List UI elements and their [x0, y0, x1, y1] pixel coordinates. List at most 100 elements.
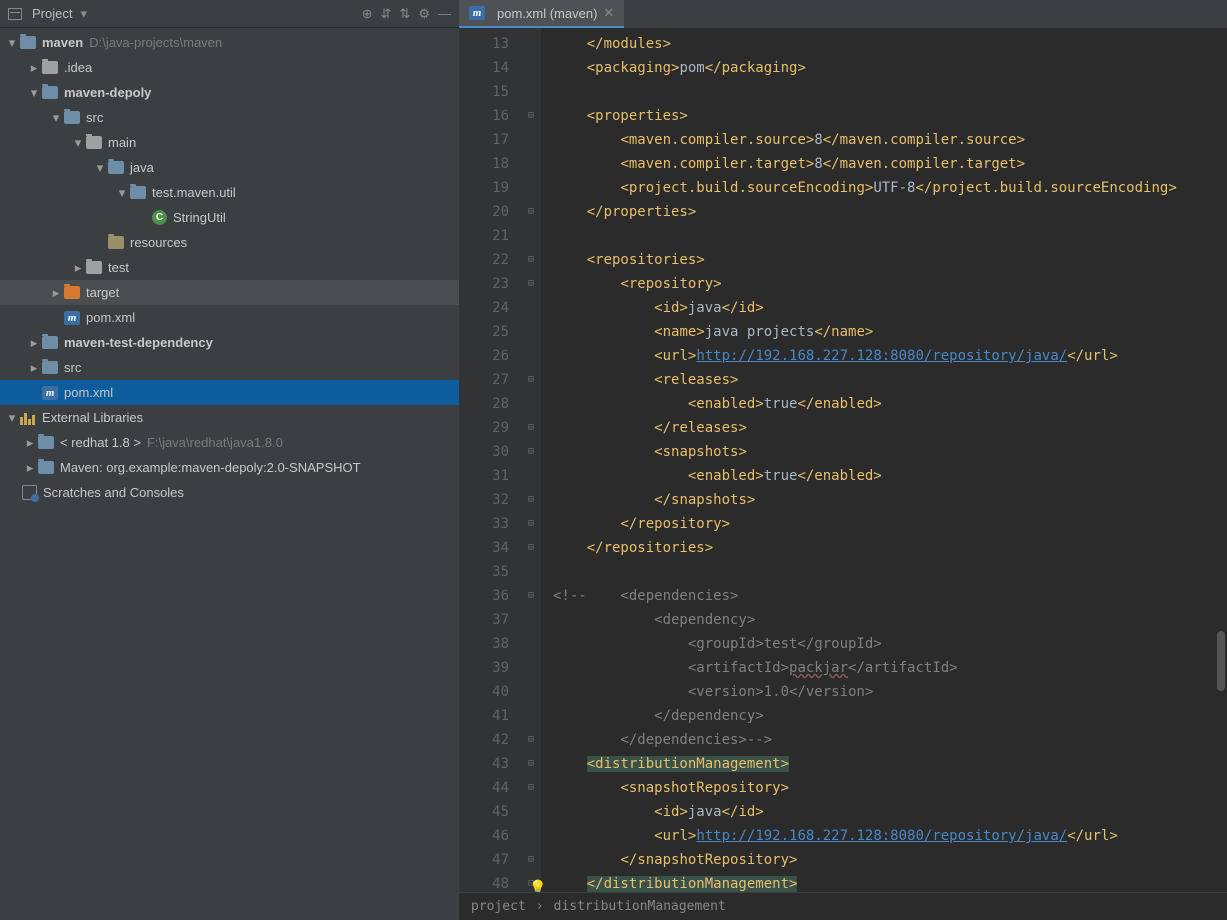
- close-tab-icon[interactable]: ✕: [603, 5, 614, 21]
- line-number[interactable]: 30: [459, 440, 509, 464]
- line-number[interactable]: 48: [459, 872, 509, 892]
- line-number[interactable]: 41: [459, 704, 509, 728]
- code-line[interactable]: </releases>: [553, 416, 1227, 440]
- chevron-down-icon[interactable]: ▾: [4, 410, 20, 426]
- fold-marker[interactable]: ⊟: [528, 776, 534, 800]
- line-number[interactable]: 45: [459, 800, 509, 824]
- line-number[interactable]: 46: [459, 824, 509, 848]
- code-line[interactable]: <id>java</id>: [553, 296, 1227, 320]
- fold-marker[interactable]: ⊟: [528, 584, 534, 608]
- code-line[interactable]: </snapshotRepository>: [553, 848, 1227, 872]
- code-line[interactable]: <repository>: [553, 272, 1227, 296]
- tree-node[interactable]: ▸ src: [0, 355, 459, 380]
- code-line[interactable]: <dependency>: [553, 608, 1227, 632]
- fold-marker[interactable]: ⊟: [528, 848, 534, 872]
- maven-lib-node[interactable]: ▸ Maven: org.example:maven-depoly:2.0-SN…: [0, 455, 459, 480]
- fold-marker[interactable]: ⊟: [528, 200, 534, 224]
- code-line[interactable]: <artifactId>packjar</artifactId>: [553, 656, 1227, 680]
- chevron-icon[interactable]: ▸: [26, 360, 42, 376]
- code-line[interactable]: <distributionManagement>: [553, 752, 1227, 776]
- fold-marker[interactable]: ⊟: [528, 368, 534, 392]
- locate-icon[interactable]: ⊕: [362, 6, 373, 22]
- line-number[interactable]: 18: [459, 152, 509, 176]
- line-number[interactable]: 34: [459, 536, 509, 560]
- line-number[interactable]: 44: [459, 776, 509, 800]
- line-number[interactable]: 13: [459, 32, 509, 56]
- code-line[interactable]: <version>1.0</version>: [553, 680, 1227, 704]
- line-number[interactable]: 23: [459, 272, 509, 296]
- tree-node[interactable]: ▸ .idea: [0, 55, 459, 80]
- line-number[interactable]: 27: [459, 368, 509, 392]
- fold-marker[interactable]: ⊟: [528, 728, 534, 752]
- chevron-icon[interactable]: ▾: [26, 85, 42, 101]
- code-line[interactable]: <url>http://192.168.227.128:8080/reposit…: [553, 824, 1227, 848]
- fold-marker[interactable]: ⊟: [528, 272, 534, 296]
- code-line[interactable]: </modules>: [553, 32, 1227, 56]
- code-line[interactable]: 💡 </distributionManagement>: [553, 872, 1227, 892]
- fold-marker[interactable]: ⊟: [528, 512, 534, 536]
- code-line[interactable]: [553, 80, 1227, 104]
- code-line[interactable]: [553, 224, 1227, 248]
- hide-panel-icon[interactable]: —: [438, 6, 451, 21]
- tree-node[interactable]: m pom.xml: [0, 305, 459, 330]
- code-line[interactable]: </snapshots>: [553, 488, 1227, 512]
- line-number[interactable]: 39: [459, 656, 509, 680]
- chevron-down-icon[interactable]: ▾: [4, 35, 20, 51]
- tree-node[interactable]: ▾ maven-depoly: [0, 80, 459, 105]
- line-number[interactable]: 32: [459, 488, 509, 512]
- code-line[interactable]: </properties>: [553, 200, 1227, 224]
- line-number[interactable]: 37: [459, 608, 509, 632]
- folding-column[interactable]: ⊟⊟⊟⊟⊟⊟⊟⊟⊟⊟⊟⊟⊟⊟⊟⊟: [527, 28, 541, 892]
- tab-pom-xml[interactable]: m pom.xml (maven) ✕: [459, 0, 624, 28]
- code-line[interactable]: <!-- <dependencies>: [553, 584, 1227, 608]
- jdk-node[interactable]: ▸ < redhat 1.8 > F:\java\redhat\java1.8.…: [0, 430, 459, 455]
- tree-node[interactable]: ▾ java: [0, 155, 459, 180]
- project-tree[interactable]: ▾ maven D:\java-projects\maven ▸ .idea ▾…: [0, 28, 459, 920]
- code-line[interactable]: </repositories>: [553, 536, 1227, 560]
- code-line[interactable]: <id>java</id>: [553, 800, 1227, 824]
- code-line[interactable]: <releases>: [553, 368, 1227, 392]
- line-number[interactable]: 21: [459, 224, 509, 248]
- code-line[interactable]: <groupId>test</groupId>: [553, 632, 1227, 656]
- line-number[interactable]: 29: [459, 416, 509, 440]
- line-number[interactable]: 38: [459, 632, 509, 656]
- line-number[interactable]: 17: [459, 128, 509, 152]
- code-line[interactable]: <enabled>true</enabled>: [553, 392, 1227, 416]
- chevron-icon[interactable]: ▸: [70, 260, 86, 276]
- code-line[interactable]: <name>java projects</name>: [553, 320, 1227, 344]
- line-number[interactable]: 42: [459, 728, 509, 752]
- chevron-icon[interactable]: ▾: [48, 110, 64, 126]
- project-panel-title[interactable]: Project: [32, 6, 72, 21]
- line-number[interactable]: 47: [459, 848, 509, 872]
- code-line[interactable]: <enabled>true</enabled>: [553, 464, 1227, 488]
- line-number[interactable]: 43: [459, 752, 509, 776]
- line-number[interactable]: 28: [459, 392, 509, 416]
- external-libraries[interactable]: ▾ External Libraries: [0, 405, 459, 430]
- chevron-icon[interactable]: ▾: [70, 135, 86, 151]
- tree-node[interactable]: resources: [0, 230, 459, 255]
- line-number[interactable]: 40: [459, 680, 509, 704]
- line-number[interactable]: 36: [459, 584, 509, 608]
- line-number[interactable]: 33: [459, 512, 509, 536]
- line-number[interactable]: 31: [459, 464, 509, 488]
- line-number[interactable]: 20: [459, 200, 509, 224]
- collapse-all-icon[interactable]: ⇅: [399, 6, 410, 22]
- chevron-icon[interactable]: ▸: [26, 60, 42, 76]
- code-line[interactable]: </dependencies>-->: [553, 728, 1227, 752]
- view-mode-chevron-icon[interactable]: ▾: [80, 6, 87, 22]
- fold-marker[interactable]: ⊟: [528, 104, 534, 128]
- fold-marker[interactable]: ⊟: [528, 248, 534, 272]
- line-number-gutter[interactable]: 1314151617181920212223242526272829303132…: [459, 28, 527, 892]
- chevron-icon[interactable]: ▾: [92, 160, 108, 176]
- breadcrumb-item[interactable]: distributionManagement: [554, 899, 726, 914]
- tree-node[interactable]: C StringUtil: [0, 205, 459, 230]
- fold-marker[interactable]: ⊟: [528, 440, 534, 464]
- tree-node[interactable]: m pom.xml: [0, 380, 459, 405]
- fold-marker[interactable]: ⊟: [528, 752, 534, 776]
- line-number[interactable]: 26: [459, 344, 509, 368]
- line-number[interactable]: 35: [459, 560, 509, 584]
- line-number[interactable]: 22: [459, 248, 509, 272]
- expand-all-icon[interactable]: ⇵: [381, 6, 392, 22]
- code-line[interactable]: <maven.compiler.source>8</maven.compiler…: [553, 128, 1227, 152]
- code-line[interactable]: </repository>: [553, 512, 1227, 536]
